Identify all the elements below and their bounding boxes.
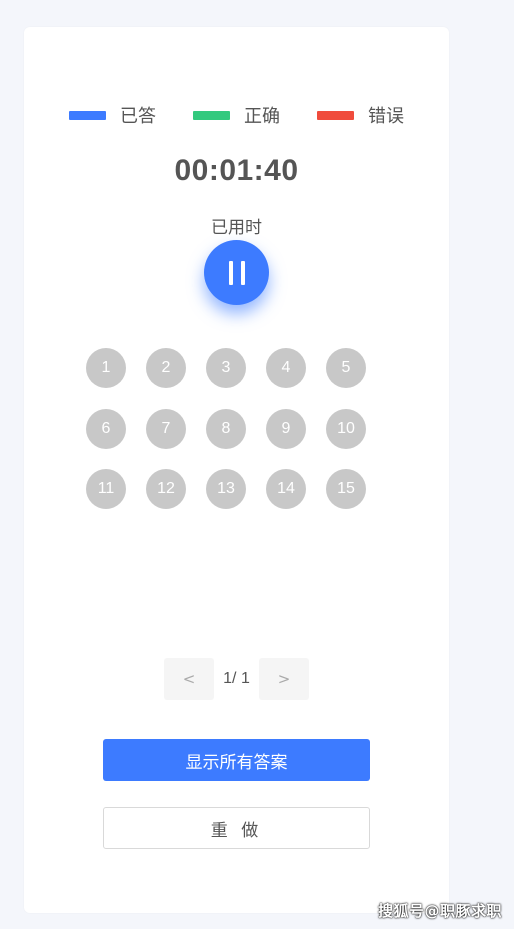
legend-label: 已答 [120, 106, 156, 127]
question-dot[interactable]: 15 [326, 469, 366, 509]
page-indicator: 1/ 1 [223, 670, 250, 687]
correct-swatch [193, 110, 230, 120]
redo-button[interactable]: 重 做 [103, 807, 370, 849]
legend-label: 错误 [368, 106, 404, 127]
question-dot[interactable]: 4 [266, 348, 306, 388]
legend-item-wrong: 错误 [317, 102, 404, 128]
quiz-panel: 已答 正确 错误 00:01:40 已用时 1 2 3 4 5 6 7 8 9 … [24, 27, 449, 913]
timer-label: 已用时 [211, 218, 262, 238]
question-dot[interactable]: 7 [146, 409, 186, 449]
question-dot[interactable]: 9 [266, 409, 306, 449]
question-dot[interactable]: 14 [266, 469, 306, 509]
wrong-swatch [317, 110, 354, 120]
answered-swatch [69, 110, 106, 120]
question-dot[interactable]: 6 [86, 409, 126, 449]
pause-button[interactable] [204, 240, 269, 305]
question-dot[interactable]: 2 [146, 348, 186, 388]
legend: 已答 正确 错误 [69, 102, 414, 128]
elapsed-timer: 00:01:40 [174, 154, 299, 187]
question-dot[interactable]: 3 [206, 348, 246, 388]
question-dot[interactable]: 1 [86, 348, 126, 388]
question-dot[interactable]: 13 [206, 469, 246, 509]
prev-page-button[interactable]: < [164, 658, 214, 700]
legend-label: 正确 [244, 106, 280, 127]
question-dot[interactable]: 11 [86, 469, 126, 509]
watermark: 搜狐号@职豚求职 [377, 902, 502, 920]
pause-icon [225, 260, 249, 285]
legend-item-answered: 已答 [69, 102, 156, 128]
pagination: < 1/ 1 > [164, 658, 309, 700]
question-dot[interactable]: 12 [146, 469, 186, 509]
show-all-answers-button[interactable]: 显示所有答案 [103, 739, 370, 781]
question-dot[interactable]: 8 [206, 409, 246, 449]
next-page-button[interactable]: > [259, 658, 309, 700]
question-dot[interactable]: 5 [326, 348, 366, 388]
legend-item-correct: 正确 [193, 102, 280, 128]
question-dot[interactable]: 10 [326, 409, 366, 449]
